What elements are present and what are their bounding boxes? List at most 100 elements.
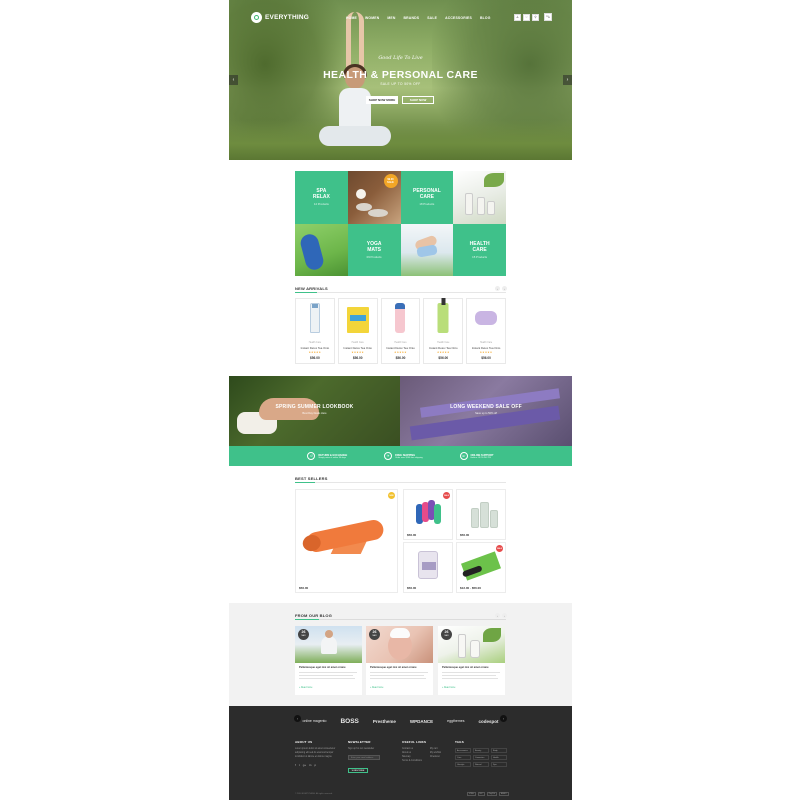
brand-logo[interactable]: WPDANCE	[410, 719, 433, 724]
product-name[interactable]: Instant Detox Tea Onto	[296, 346, 334, 350]
tag-link[interactable]: Cosmetics	[473, 755, 489, 760]
return-icon: ↺	[307, 452, 316, 460]
best-seller-product[interactable]: SALE $12.00 - $56.00	[456, 542, 506, 593]
search-icon[interactable]: ⚲	[532, 13, 539, 21]
tag-link[interactable]: Lifestyle	[455, 762, 471, 767]
newsletter-email-input[interactable]: Enter your email address	[348, 755, 380, 760]
hero-shop-more-button[interactable]: SHOP NOW MORE	[366, 96, 398, 104]
category-personal-care[interactable]: PERSONAL CARE 18 Products	[400, 171, 454, 224]
menu-item-accessories[interactable]: ACCESSORIES	[445, 16, 472, 20]
blog-post-card[interactable]: 26 MAR Pellentesque eget nisi sit amet or…	[295, 626, 362, 695]
brand-logo[interactable]: BOSS	[340, 718, 358, 725]
brand-logo[interactable]: Prestheme	[373, 719, 396, 724]
brands-next-arrow-icon[interactable]: ›	[500, 715, 507, 722]
product-card[interactable]: Health Care Instant Detox Tea Onto ★★★★★…	[466, 298, 506, 364]
slider-next-arrow-icon[interactable]: ›	[563, 75, 572, 85]
social-links: f t g+ in p	[295, 763, 335, 767]
hero-shop-now-button[interactable]: SHOP NOW	[402, 96, 434, 104]
footer-link[interactable]: Checkout	[430, 755, 441, 759]
promo-banner-lookbook[interactable]: SPRING SUMMER LOOKBOOK Best Day Deals He…	[229, 376, 400, 446]
blog-post-card[interactable]: 26 MAR Pellentesque eget nisi sit amet or…	[438, 626, 505, 695]
product-card[interactable]: Health Care Instant Detox Tea Onto ★★★★★…	[423, 298, 464, 364]
feature-support: ☏ ONLINE SUPPORT Hotline: 0123 456 789	[459, 452, 494, 460]
prev-arrow-icon[interactable]: ‹	[495, 613, 500, 618]
google-plus-icon[interactable]: g+	[303, 763, 306, 767]
tag-link[interactable]: Care	[455, 755, 471, 760]
tag-link[interactable]: Accessories	[455, 748, 471, 753]
yoga-mats-image	[416, 498, 442, 528]
menu-item-blog[interactable]: BLOG	[480, 16, 491, 20]
pinterest-icon[interactable]: p	[314, 763, 316, 767]
rating-stars-icon: ★★★★★	[479, 351, 493, 354]
brand-logo[interactable]: online magento	[303, 719, 327, 723]
read-more-link[interactable]: + Read more	[370, 687, 383, 689]
tag-link[interactable]: Body	[491, 748, 507, 753]
product-price: $56.00	[299, 586, 309, 590]
promo-title: LONG WEEKEND SALE OFF	[450, 404, 522, 410]
menu-item-brands[interactable]: BRANDS	[404, 16, 420, 20]
category-personal-care-image[interactable]	[453, 171, 506, 224]
blog-heading: FROM OUR BLOG	[295, 613, 333, 618]
product-name[interactable]: Instant Detox Tea Onto	[467, 346, 505, 350]
product-name[interactable]: Instant Detox Tea Onto	[339, 346, 377, 350]
category-spa-relax[interactable]: SPA RELAX 12 Products	[295, 171, 348, 224]
product-card[interactable]: Health Care Instant Detox Tea Onto ★★★★★…	[380, 298, 421, 364]
product-image	[437, 303, 449, 333]
read-more-link[interactable]: + Read more	[442, 687, 455, 689]
tag-link[interactable]: Spa	[491, 762, 507, 767]
footer-about: ABOUT US Lorem ipsum dolor sit amet cons…	[295, 740, 336, 767]
best-seller-product[interactable]: SALE $56.00	[403, 489, 453, 540]
product-name[interactable]: Instant Detox Tea Onto	[382, 346, 420, 350]
promo-title: SPRING SUMMER LOOKBOOK	[275, 404, 354, 410]
product-card[interactable]: Health Care Instant Detox Tea Onto ★★★★★…	[295, 298, 335, 364]
brand-logo[interactable]: eggthemes	[447, 719, 464, 723]
blog-post-card[interactable]: 26 MAR Pellentesque eget nisi sit amet or…	[366, 626, 433, 695]
blog-post-title[interactable]: Pellentesque eget nisi sit amet ornare	[370, 666, 430, 669]
next-arrow-icon[interactable]: ›	[502, 286, 507, 291]
category-spa-image[interactable]: $9.00 SALE	[347, 171, 401, 224]
facebook-icon[interactable]: f	[295, 763, 296, 767]
category-health-care[interactable]: HEALTH CARE 15 Products	[453, 223, 506, 276]
footer-link[interactable]: Terms & Conditions	[402, 759, 422, 763]
category-health-care-image[interactable]	[400, 223, 454, 276]
blog-post-title[interactable]: Pellentesque eget nisi sit amet ornare	[299, 666, 359, 669]
section-accent	[295, 618, 319, 620]
menu-item-men[interactable]: MEN	[387, 16, 395, 20]
menu-item-sale[interactable]: SALE	[427, 16, 437, 20]
read-more-link[interactable]: + Read more	[299, 687, 312, 689]
brand-logo[interactable]: codespot	[478, 719, 498, 724]
rating-stars-icon: ★★★★★	[308, 351, 322, 354]
product-image	[346, 307, 369, 333]
best-seller-product[interactable]: $56.00	[403, 542, 453, 593]
linkedin-icon[interactable]: in	[309, 763, 311, 767]
feature-return: ↺ RETURN & EXCHANGE Simply return it with…	[307, 452, 347, 460]
header-icons: ♙ ♡ ⚲ ⛍	[514, 13, 552, 21]
product-card[interactable]: Health Care Instant Detox Tea Onto ★★★★★…	[337, 298, 378, 364]
category-yoga-mats-image[interactable]	[295, 223, 348, 276]
brand-logos: online magento BOSS Prestheme WPDANCE eg…	[229, 714, 572, 728]
user-icon[interactable]: ♙	[514, 13, 521, 21]
prev-arrow-icon[interactable]: ‹	[495, 286, 500, 291]
category-yoga-mats[interactable]: YOGA MATS 09 Products	[347, 223, 401, 276]
new-arrivals-pager: ‹ ›	[495, 286, 507, 291]
product-image	[475, 311, 498, 325]
product-name[interactable]: Instant Detox Tea Onto	[424, 346, 462, 350]
tag-link[interactable]: Health	[491, 755, 507, 760]
menu-item-women[interactable]: WOMEN	[365, 16, 379, 20]
slider-prev-arrow-icon[interactable]: ‹	[229, 75, 238, 85]
blog-post-title[interactable]: Pellentesque eget nisi sit amet ornare	[442, 666, 502, 669]
twitter-icon[interactable]: t	[299, 763, 300, 767]
best-seller-featured-product[interactable]: NEW $56.00	[295, 489, 398, 593]
footer-newsletter: NEWSLETTER Sign up for our newsletter En…	[348, 740, 380, 773]
product-price: $56.00	[310, 356, 320, 360]
cart-icon[interactable]: ⛍	[544, 13, 552, 21]
tag-link[interactable]: Beauty	[473, 748, 489, 753]
best-seller-product[interactable]: $56.00	[456, 489, 506, 540]
promo-banner-weekend-sale[interactable]: LONG WEEKEND SALE OFF Save up to 50% off	[400, 376, 572, 446]
menu-item-home[interactable]: HOME	[346, 16, 357, 20]
heart-icon[interactable]: ♡	[523, 13, 530, 21]
site-logo[interactable]: EVERYTHING	[251, 12, 309, 23]
next-arrow-icon[interactable]: ›	[502, 613, 507, 618]
tag-link[interactable]: Natural	[473, 762, 489, 767]
subscribe-button[interactable]: SUBSCRIBE	[348, 768, 368, 773]
